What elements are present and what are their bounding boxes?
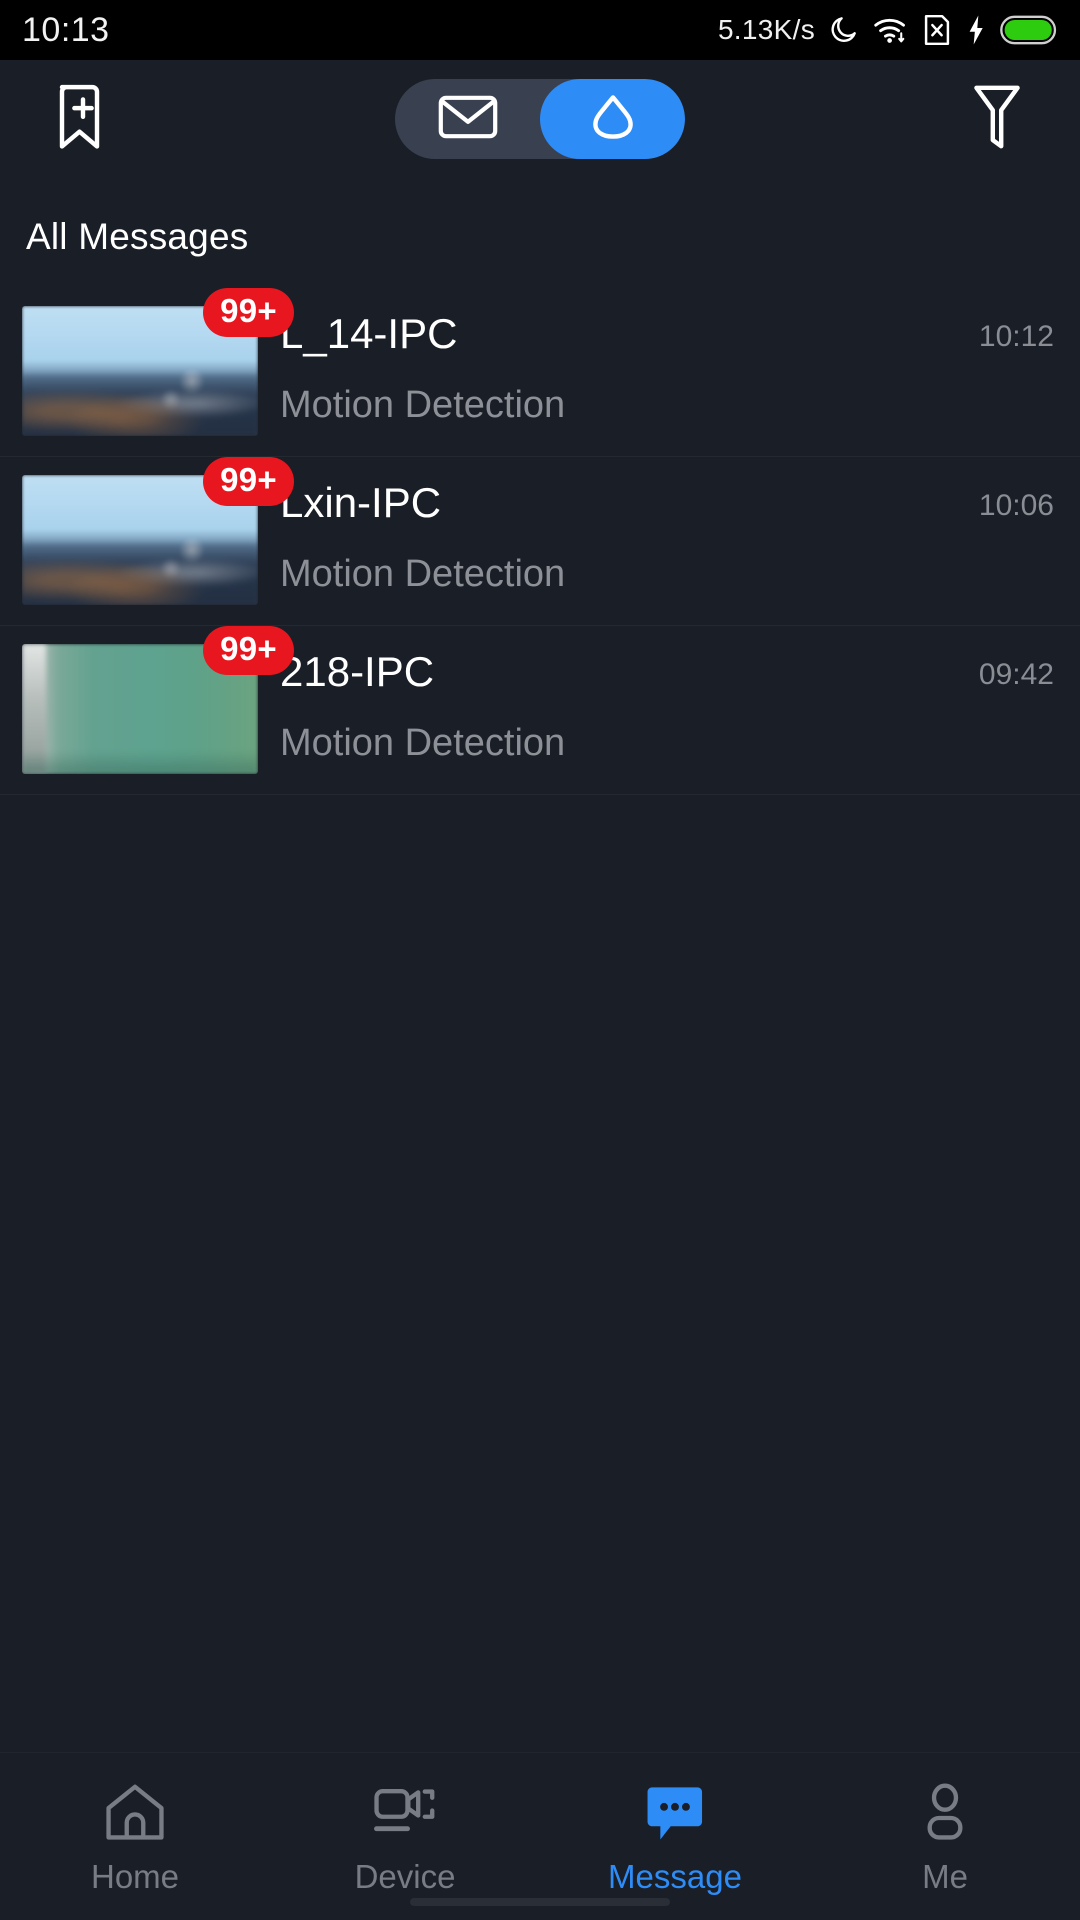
status-bar: 10:13 5.13K/s bbox=[0, 0, 1080, 60]
home-icon bbox=[104, 1778, 166, 1842]
app-header bbox=[0, 60, 1080, 178]
nav-label-device: Device bbox=[354, 1857, 456, 1895]
thumbnail-container: 99+ bbox=[22, 457, 294, 605]
message-subtitle: Motion Detection bbox=[280, 553, 566, 596]
nav-item-message[interactable]: Message bbox=[540, 1753, 810, 1920]
filter-funnel-icon bbox=[968, 82, 1026, 157]
message-title: 218-IPC bbox=[280, 648, 435, 695]
person-icon bbox=[916, 1778, 974, 1842]
message-timestamp: 10:06 bbox=[978, 489, 1054, 522]
status-bar-clock: 10:13 bbox=[22, 10, 110, 49]
message-content: Lxin-IPC Motion Detection bbox=[280, 475, 965, 596]
thumbnail-container: 99+ bbox=[22, 288, 294, 436]
app-screen: 10:13 5.13K/s All Messages 99+ L_14-IPC … bbox=[0, 0, 1080, 1920]
message-timestamp: 10:12 bbox=[978, 320, 1054, 353]
status-bar-indicators: 5.13K/s bbox=[718, 14, 1058, 46]
message-title: Lxin-IPC bbox=[280, 479, 442, 526]
unread-count-badge: 99+ bbox=[203, 626, 294, 675]
network-speed-text: 5.13K/s bbox=[717, 14, 815, 45]
wifi-icon bbox=[873, 14, 909, 46]
bookmark-add-button[interactable] bbox=[48, 84, 118, 154]
nav-item-me[interactable]: Me bbox=[810, 1753, 1080, 1920]
chat-bubble-icon bbox=[643, 1778, 707, 1842]
message-content: L_14-IPC Motion Detection bbox=[280, 306, 965, 427]
camera-device-icon bbox=[372, 1778, 438, 1842]
nav-item-device[interactable]: Device bbox=[270, 1753, 540, 1920]
home-indicator bbox=[410, 1898, 670, 1906]
unread-count-badge: 99+ bbox=[203, 288, 294, 337]
filter-button[interactable] bbox=[962, 84, 1032, 154]
message-list-item[interactable]: 99+ L_14-IPC Motion Detection 10:12 bbox=[0, 288, 1080, 457]
charging-bolt-icon bbox=[965, 14, 987, 46]
message-title: L_14-IPC bbox=[280, 310, 458, 357]
message-list-item[interactable]: 99+ Lxin-IPC Motion Detection 10:06 bbox=[0, 457, 1080, 626]
message-source-toggle[interactable] bbox=[395, 79, 685, 159]
nav-label-message: Message bbox=[608, 1857, 742, 1895]
sim-card-disabled-icon bbox=[922, 14, 952, 46]
bottom-navigation-bar: Home Device Message Me bbox=[0, 1752, 1080, 1920]
message-timestamp: 09:42 bbox=[978, 658, 1054, 691]
segment-cloud[interactable] bbox=[540, 79, 685, 159]
nav-item-home[interactable]: Home bbox=[0, 1753, 270, 1920]
do-not-disturb-moon-icon bbox=[828, 14, 860, 46]
bookmark-add-icon bbox=[52, 82, 114, 157]
battery-icon bbox=[1000, 15, 1058, 45]
message-content: 218-IPC Motion Detection bbox=[280, 644, 965, 765]
mail-envelope-icon bbox=[438, 93, 498, 146]
message-subtitle: Motion Detection bbox=[280, 722, 566, 765]
cloud-icon bbox=[580, 93, 646, 146]
message-list: 99+ L_14-IPC Motion Detection 10:12 99+ … bbox=[0, 288, 1080, 795]
section-title: All Messages bbox=[26, 216, 249, 257]
nav-label-me: Me bbox=[922, 1857, 968, 1895]
message-list-item[interactable]: 99+ 218-IPC Motion Detection 09:42 bbox=[0, 626, 1080, 795]
message-subtitle: Motion Detection bbox=[280, 384, 566, 427]
unread-count-badge: 99+ bbox=[203, 457, 294, 506]
thumbnail-container: 99+ bbox=[22, 626, 294, 774]
nav-label-home: Home bbox=[90, 1857, 180, 1895]
segment-mail[interactable] bbox=[395, 79, 540, 159]
